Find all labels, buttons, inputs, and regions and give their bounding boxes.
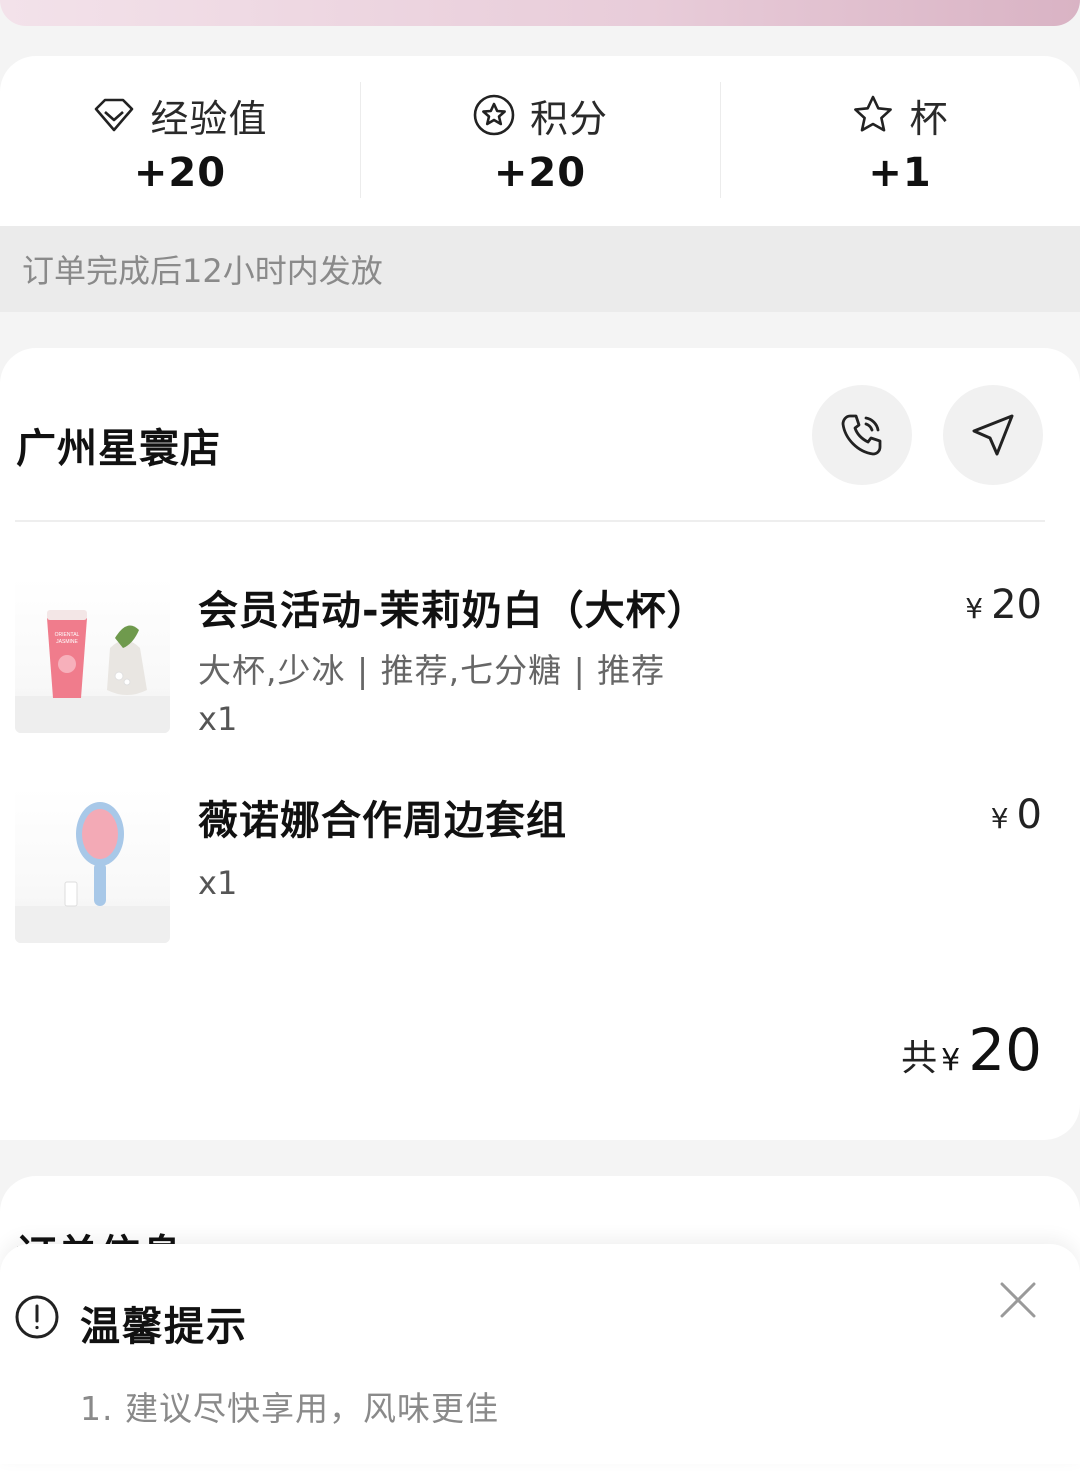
tip-title: 温馨提示 xyxy=(80,1304,248,1350)
reward-points: 积分 +20 xyxy=(360,56,720,226)
phone-icon xyxy=(841,414,882,456)
product-spec: 大杯,少冰 | 推荐,七分糖 | 推荐 xyxy=(198,651,666,690)
star-icon xyxy=(854,95,893,132)
product-quantity: x1 xyxy=(198,864,238,902)
tip-line: 1. 建议尽快享用，风味更佳 xyxy=(80,1389,499,1428)
reward-experience-label: 经验值 xyxy=(150,96,268,141)
top-banner xyxy=(0,0,1080,26)
points-star-icon xyxy=(473,94,515,136)
order-card: 广州星寰店 ORIENTAL JASMINE 会员活动-茉莉奶白（大杯） 大杯,… xyxy=(0,348,1080,1140)
divider xyxy=(15,520,1045,522)
reward-note: 订单完成后12小时内发放 xyxy=(0,226,1080,312)
navigate-button[interactable] xyxy=(943,385,1043,485)
reward-cups-label: 杯 xyxy=(909,96,949,141)
total-label: 共 xyxy=(901,1038,938,1079)
currency-symbol: ¥ xyxy=(965,592,984,625)
reward-experience-value: +20 xyxy=(133,150,227,196)
navigation-icon xyxy=(972,414,1014,456)
reward-experience: 经验值 +20 xyxy=(0,56,360,226)
total-currency: ¥ xyxy=(941,1043,961,1078)
product-name: 会员活动-茉莉奶白（大杯） xyxy=(198,588,708,634)
hair-brush-set-image xyxy=(15,788,170,943)
jasmine-milk-tea-cup-image: ORIENTAL JASMINE xyxy=(15,578,170,733)
reward-cups-value: +1 xyxy=(868,150,932,196)
currency-symbol: ¥ xyxy=(990,802,1009,835)
reward-points-value: +20 xyxy=(493,150,587,196)
store-name: 广州星寰店 xyxy=(16,426,221,472)
exclamation-circle-icon xyxy=(15,1295,59,1339)
rewards-row: 经验值 +20 积分 +20 杯 +1 xyxy=(0,56,1080,226)
product-price: ¥20 xyxy=(965,582,1042,628)
close-icon[interactable] xyxy=(998,1280,1038,1320)
product-price-value: 0 xyxy=(1016,792,1042,838)
product-item[interactable]: ORIENTAL JASMINE 会员活动-茉莉奶白（大杯） 大杯,少冰 | 推… xyxy=(0,578,1080,738)
reward-note-text: 订单完成后12小时内发放 xyxy=(22,252,383,290)
call-store-button[interactable] xyxy=(812,385,912,485)
product-price-value: 20 xyxy=(991,582,1042,628)
reward-points-label: 积分 xyxy=(529,96,608,141)
product-quantity: x1 xyxy=(198,700,238,738)
diamond-icon xyxy=(95,98,134,132)
rewards-card: 经验值 +20 积分 +20 杯 +1 订单完成后12小时内发放 xyxy=(0,56,1080,312)
product-name: 薇诺娜合作周边套组 xyxy=(198,798,567,844)
product-price: ¥0 xyxy=(991,792,1042,838)
svg-text:ORIENTAL: ORIENTAL xyxy=(55,632,80,638)
tip-sheet: 温馨提示 1. 建议尽快享用，风味更佳 xyxy=(0,1244,1080,1464)
svg-text:JASMINE: JASMINE xyxy=(56,639,78,645)
total-value: 20 xyxy=(968,1016,1042,1084)
product-item[interactable]: 薇诺娜合作周边套组 x1 ¥0 xyxy=(0,788,1080,948)
order-total: 共 ¥ 20 xyxy=(901,1016,1042,1084)
reward-cups: 杯 +1 xyxy=(720,56,1080,226)
